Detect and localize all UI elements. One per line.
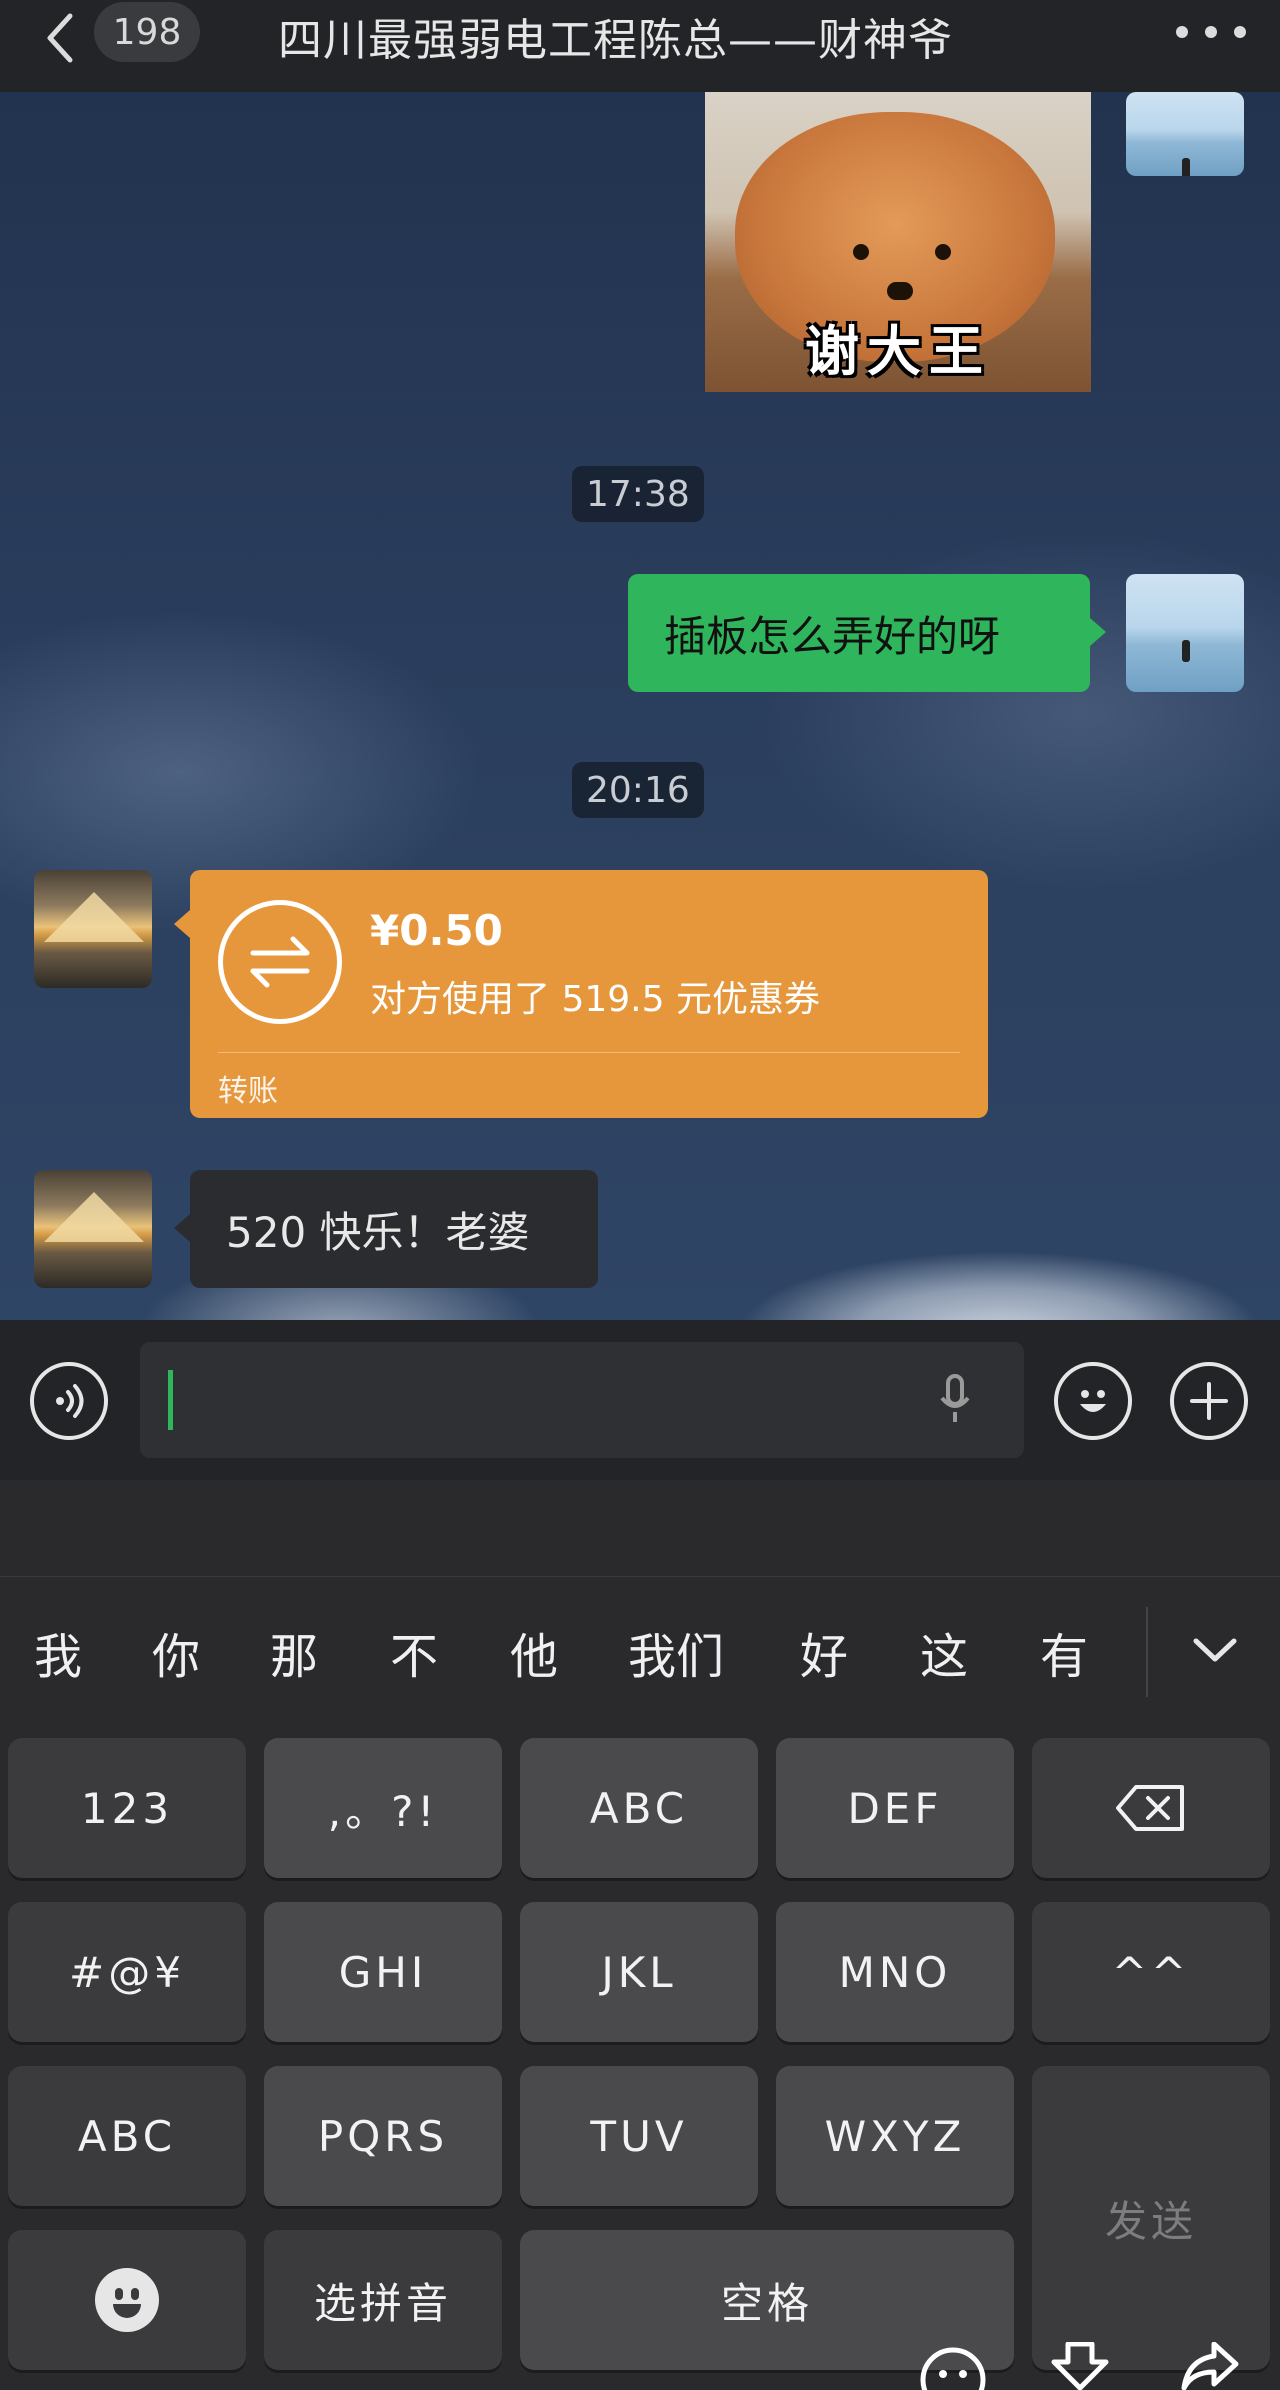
candidate-bar: 我 你 那 不 他 我们 好 这 有 xyxy=(0,1576,1280,1726)
backspace-icon xyxy=(1116,1785,1184,1831)
key-select-pinyin[interactable]: 选拼音 xyxy=(264,2230,502,2370)
chat-message-area[interactable]: 谢大王 17:38 插板怎么弄好的呀 20:16 ¥0.50 对方使用了 519… xyxy=(0,92,1280,1320)
transfer-description: 对方使用了 519.5 元优惠券 xyxy=(370,979,820,1020)
more-functions-button[interactable] xyxy=(1170,1362,1248,1440)
candidate-word[interactable]: 我们 xyxy=(628,1617,724,1687)
candidate-word[interactable]: 那 xyxy=(270,1617,318,1687)
key-switch-english[interactable]: ABC xyxy=(8,2066,246,2206)
voice-wave-icon xyxy=(56,1384,84,1418)
candidate-word[interactable]: 我 xyxy=(34,1617,82,1687)
emoji-face-icon xyxy=(95,2268,159,2332)
key-symbols[interactable]: #@¥ xyxy=(8,1902,246,2042)
message-input-bar xyxy=(0,1320,1280,1480)
key-punctuation[interactable]: ,。?! xyxy=(264,1738,502,1878)
smiley-icon xyxy=(1080,1390,1106,1412)
backspace-key[interactable] xyxy=(1032,1738,1270,1878)
keyboard-keys: 123 ,。?! ABC DEF #@¥ GHI JKL MNO ^^ ABC … xyxy=(0,1726,1280,2390)
emoji-key[interactable] xyxy=(8,2230,246,2370)
key-ghi[interactable]: GHI xyxy=(264,1902,502,2042)
keyboard-toolbar xyxy=(0,1480,1280,1576)
timestamp: 17:38 xyxy=(572,466,704,522)
key-abc[interactable]: ABC xyxy=(520,1738,758,1878)
candidate-word[interactable]: 他 xyxy=(510,1617,558,1687)
unread-count-badge[interactable]: 198 xyxy=(94,2,200,62)
more-options-icon[interactable] xyxy=(1176,10,1246,54)
contact-text-message[interactable]: 520 快乐！老婆 xyxy=(174,1170,598,1288)
chat-header: 198 四川最强弱电工程陈总——财神爷 xyxy=(0,0,1280,92)
transfer-arrows-icon xyxy=(218,900,342,1024)
key-def[interactable]: DEF xyxy=(776,1738,1014,1878)
sticker-message[interactable]: 谢大王 xyxy=(705,92,1091,392)
key-emoticon[interactable]: ^^ xyxy=(1032,1902,1270,2042)
candidate-word[interactable]: 不 xyxy=(390,1617,438,1687)
divider xyxy=(218,1052,960,1053)
back-button[interactable] xyxy=(42,8,82,68)
divider xyxy=(1146,1607,1148,1697)
smiley-outline-icon[interactable] xyxy=(918,2342,988,2390)
my-avatar[interactable] xyxy=(1126,92,1244,176)
candidate-word[interactable]: 你 xyxy=(152,1617,200,1687)
send-key[interactable]: 发送 xyxy=(1032,2066,1270,2370)
download-icon[interactable] xyxy=(1050,2342,1110,2390)
my-text-message[interactable]: 插板怎么弄好的呀 xyxy=(628,574,1106,692)
key-jkl[interactable]: JKL xyxy=(520,1902,758,2042)
my-avatar[interactable] xyxy=(1126,574,1244,692)
contact-avatar[interactable] xyxy=(34,1170,152,1288)
collapse-keyboard-icon[interactable] xyxy=(1190,1625,1240,1675)
chat-title: 四川最强弱电工程陈总——财神爷 xyxy=(278,15,953,66)
key-wxyz[interactable]: WXYZ xyxy=(776,2066,1014,2206)
voice-mode-button[interactable] xyxy=(30,1362,108,1440)
candidate-word[interactable]: 有 xyxy=(1040,1617,1088,1687)
sticker-caption: 谢大王 xyxy=(805,320,991,383)
microphone-icon[interactable] xyxy=(938,1374,972,1424)
contact-avatar[interactable] xyxy=(34,870,152,988)
timestamp: 20:16 xyxy=(572,762,704,818)
text-caret xyxy=(168,1370,173,1430)
message-text-input[interactable] xyxy=(140,1342,1024,1458)
chevron-left-icon xyxy=(47,13,73,63)
plus-icon xyxy=(1190,1382,1228,1420)
candidate-word[interactable]: 这 xyxy=(920,1617,968,1687)
transfer-label: 转账 xyxy=(218,1074,278,1109)
key-mno[interactable]: MNO xyxy=(776,1902,1014,2042)
key-pqrs[interactable]: PQRS xyxy=(264,2066,502,2206)
transfer-amount: ¥0.50 xyxy=(370,906,503,955)
transfer-card[interactable]: ¥0.50 对方使用了 519.5 元优惠券 转账 xyxy=(174,870,988,1118)
key-tuv[interactable]: TUV xyxy=(520,2066,758,2206)
share-arrow-icon[interactable] xyxy=(1180,2342,1240,2390)
emoji-button[interactable] xyxy=(1054,1362,1132,1440)
key-numbers[interactable]: 123 xyxy=(8,1738,246,1878)
candidate-word[interactable]: 好 xyxy=(800,1617,848,1687)
